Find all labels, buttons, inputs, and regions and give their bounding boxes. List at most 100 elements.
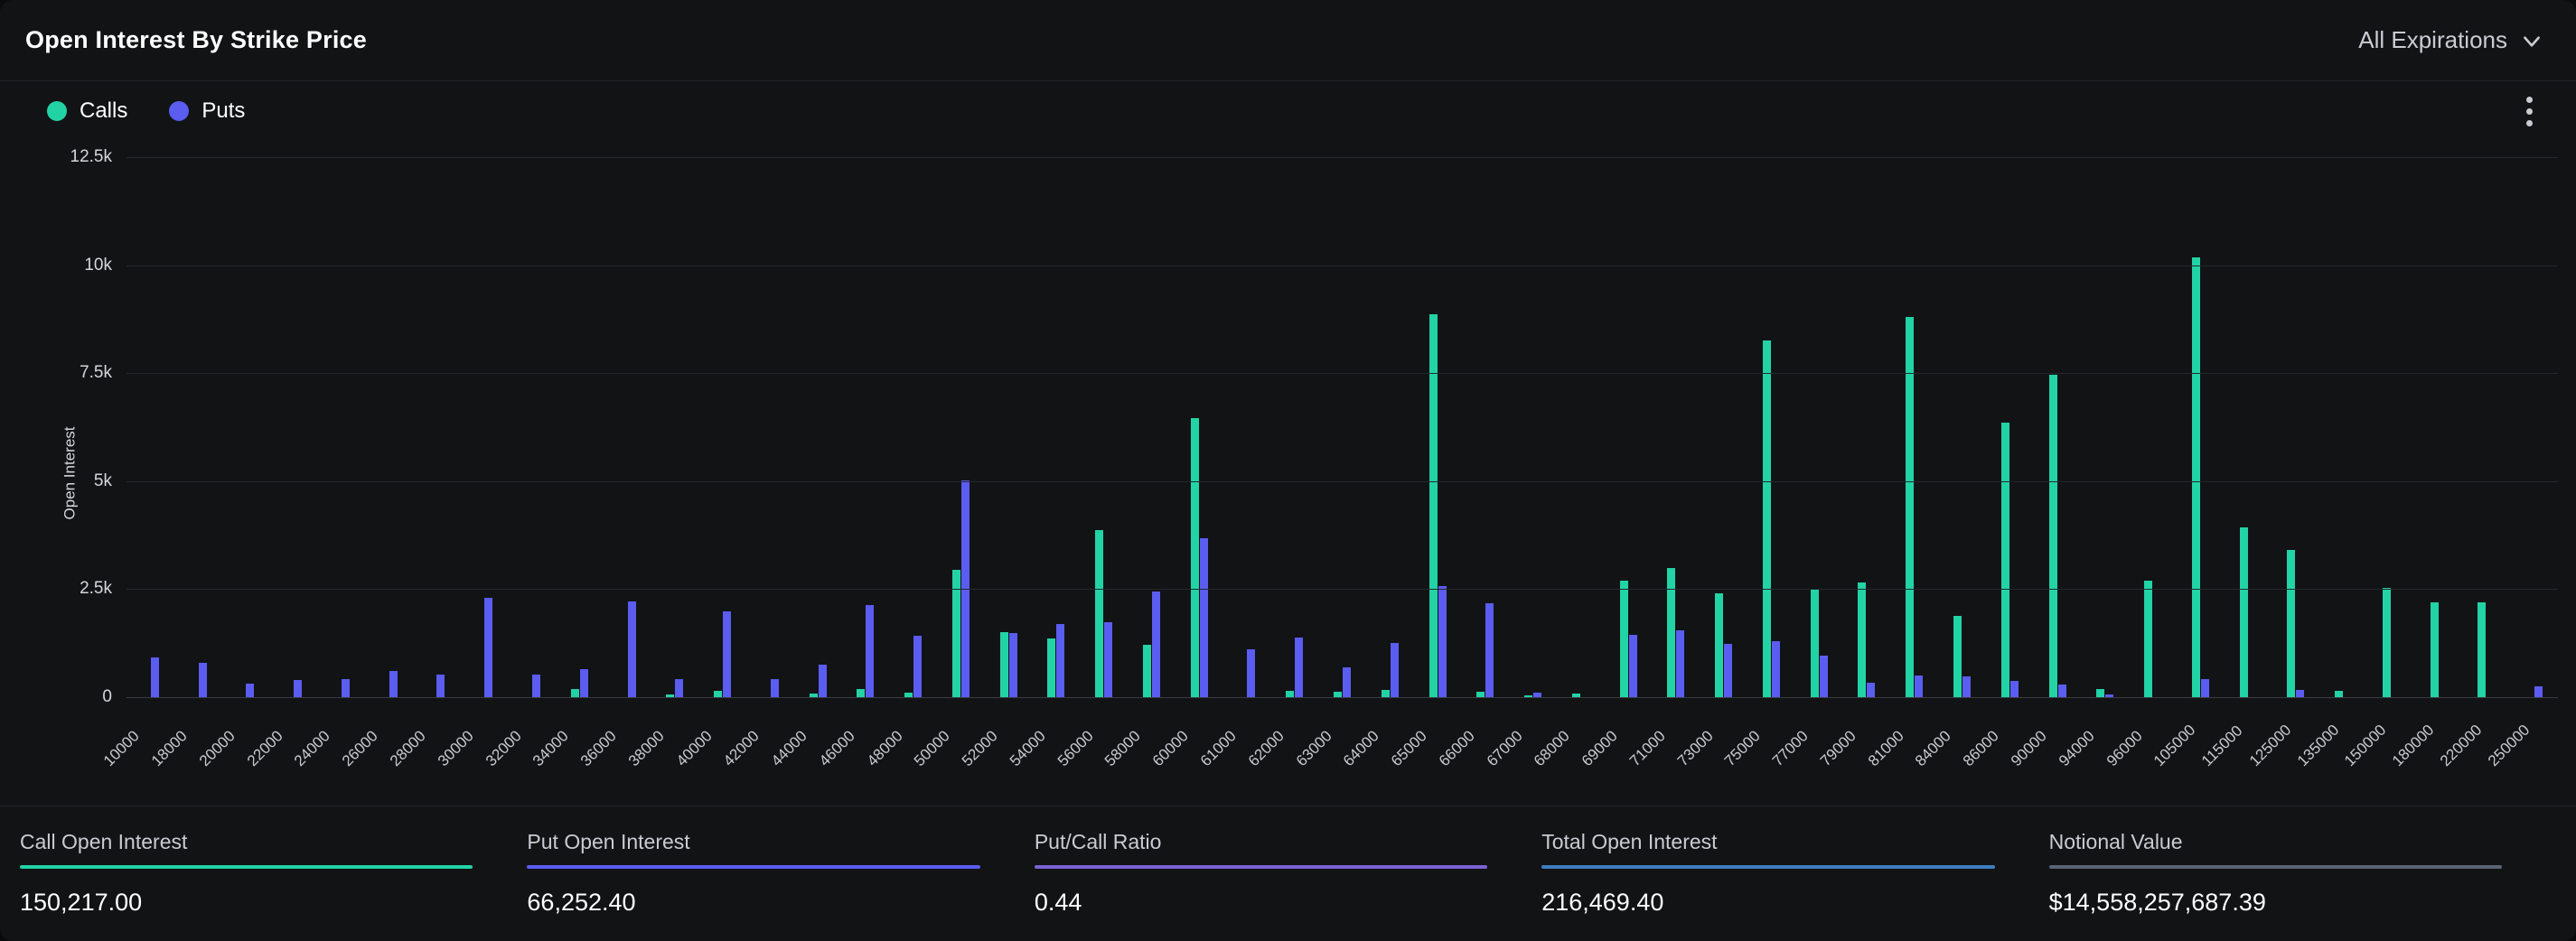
bar-group[interactable]	[1366, 157, 1414, 697]
bar-group[interactable]	[698, 157, 746, 697]
bar-put[interactable]	[2534, 685, 2543, 697]
bar-put[interactable]	[2296, 690, 2305, 697]
bar-group[interactable]	[269, 157, 317, 697]
bar-call[interactable]	[1667, 568, 1676, 697]
bar-group[interactable]	[2225, 157, 2272, 697]
bar-put[interactable]	[1724, 644, 1733, 697]
bar-group[interactable]	[1938, 157, 1986, 697]
bar-group[interactable]	[317, 157, 365, 697]
bar-put[interactable]	[2057, 685, 2066, 697]
bar-group[interactable]	[1223, 157, 1271, 697]
bar-call[interactable]	[1715, 593, 1724, 697]
legend-item-puts[interactable]: Puts	[169, 98, 245, 124]
bar-put[interactable]	[1485, 602, 1494, 697]
bar-group[interactable]	[1509, 157, 1557, 697]
bar-group[interactable]	[2510, 157, 2558, 697]
bar-call[interactable]	[999, 632, 1008, 697]
bar-put[interactable]	[723, 611, 732, 697]
bar-group[interactable]	[1700, 157, 1747, 697]
bar-call[interactable]	[2048, 375, 2057, 697]
bar-put[interactable]	[1771, 640, 1780, 697]
bar-call[interactable]	[2287, 550, 2296, 697]
bar-put[interactable]	[389, 671, 398, 697]
bar-put[interactable]	[484, 597, 493, 697]
bar-group[interactable]	[1318, 157, 1366, 697]
bar-put[interactable]	[1295, 638, 1304, 697]
bar-put[interactable]	[1151, 591, 1160, 697]
bar-call[interactable]	[1619, 580, 1628, 697]
bar-call[interactable]	[2000, 423, 2009, 697]
bar-group[interactable]	[2177, 157, 2225, 697]
bar-call[interactable]	[1142, 645, 1151, 697]
bar-group[interactable]	[1033, 157, 1081, 697]
bar-group[interactable]	[1747, 157, 1795, 697]
bar-group[interactable]	[556, 157, 604, 697]
bar-group[interactable]	[126, 157, 174, 697]
bar-put[interactable]	[436, 674, 445, 697]
bar-put[interactable]	[532, 675, 540, 697]
bar-put[interactable]	[1008, 632, 1017, 697]
bar-group[interactable]	[174, 157, 222, 697]
bar-call[interactable]	[2430, 601, 2439, 697]
bar-call[interactable]	[2096, 688, 2105, 697]
bar-group[interactable]	[1176, 157, 1223, 697]
bar-group[interactable]	[937, 157, 985, 697]
bar-put[interactable]	[579, 669, 588, 697]
bar-group[interactable]	[1843, 157, 1891, 697]
bar-put[interactable]	[294, 679, 303, 697]
bar-put[interactable]	[675, 678, 684, 697]
bar-group[interactable]	[1128, 157, 1176, 697]
bar-put[interactable]	[1199, 538, 1208, 697]
bar-put[interactable]	[770, 678, 779, 697]
bar-group[interactable]	[1557, 157, 1605, 697]
bar-group[interactable]	[746, 157, 794, 697]
bar-group[interactable]	[2415, 157, 2463, 697]
bar-put[interactable]	[866, 604, 875, 697]
bar-group[interactable]	[1605, 157, 1653, 697]
bar-group[interactable]	[1986, 157, 2034, 697]
bar-call[interactable]	[1190, 418, 1199, 697]
bar-call[interactable]	[857, 689, 866, 697]
bar-group[interactable]	[1795, 157, 1843, 697]
bar-group[interactable]	[2034, 157, 2082, 697]
bar-group[interactable]	[508, 157, 556, 697]
bar-group[interactable]	[1890, 157, 1938, 697]
bar-put[interactable]	[246, 683, 255, 697]
bar-group[interactable]	[2367, 157, 2415, 697]
bar-call[interactable]	[570, 689, 579, 697]
bar-call[interactable]	[2382, 587, 2391, 697]
bar-put[interactable]	[150, 657, 159, 697]
bar-call[interactable]	[1858, 582, 1867, 697]
bar-group[interactable]	[2129, 157, 2177, 697]
bar-call[interactable]	[1381, 689, 1390, 697]
bar-call[interactable]	[1047, 638, 1056, 697]
bar-call[interactable]	[1953, 616, 1962, 697]
bar-group[interactable]	[1270, 157, 1318, 697]
bar-put[interactable]	[198, 662, 207, 697]
bar-group[interactable]	[413, 157, 461, 697]
expiration-filter-dropdown[interactable]: All Expirations	[2358, 26, 2543, 54]
bar-call[interactable]	[2239, 527, 2248, 697]
bar-group[interactable]	[2081, 157, 2129, 697]
bar-put[interactable]	[1915, 675, 1924, 697]
bar-call[interactable]	[1762, 340, 1771, 697]
bar-put[interactable]	[627, 601, 636, 697]
bar-put[interactable]	[913, 636, 923, 697]
bar-group[interactable]	[1461, 157, 1509, 697]
bar-call[interactable]	[1286, 691, 1295, 697]
kebab-menu-icon[interactable]	[2514, 89, 2545, 134]
bar-put[interactable]	[818, 664, 827, 697]
bar-group[interactable]	[2319, 157, 2367, 697]
bar-call[interactable]	[714, 691, 723, 697]
bar-call[interactable]	[1429, 313, 1438, 697]
bar-put[interactable]	[1628, 634, 1637, 697]
bar-group[interactable]	[841, 157, 889, 697]
bar-group[interactable]	[365, 157, 413, 697]
bar-call[interactable]	[2478, 601, 2487, 697]
bar-group[interactable]	[604, 157, 651, 697]
bar-call[interactable]	[2191, 257, 2200, 697]
bar-put[interactable]	[1819, 656, 1828, 697]
bar-put[interactable]	[1390, 642, 1399, 697]
bar-group[interactable]	[1414, 157, 1462, 697]
bar-group[interactable]	[222, 157, 270, 697]
